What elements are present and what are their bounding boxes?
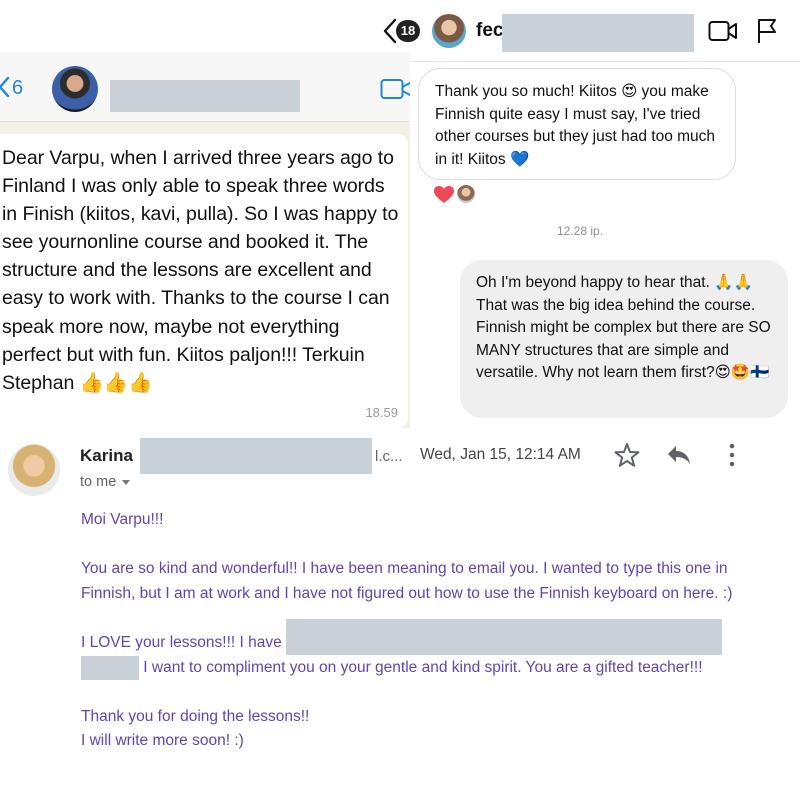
- email-greeting: Moi Varpu!!!: [81, 511, 164, 528]
- contact-avatar[interactable]: [52, 66, 98, 112]
- flag-icon[interactable]: [756, 18, 778, 44]
- whatsapp-chat-panel: 6 Dear Varpu, when I arrived three years…: [0, 52, 410, 428]
- sender-avatar[interactable]: [8, 444, 60, 496]
- redacted-text: [81, 655, 139, 680]
- unread-count-badge: 18: [396, 20, 420, 42]
- instagram-header: 18 fec: [360, 0, 800, 62]
- message-text: Dear Varpu, when I arrived three years a…: [2, 147, 399, 394]
- redacted-sender-email: [140, 438, 372, 474]
- instagram-dm-panel: 18 fec Thank you so much! Kiitos 😍 you m…: [360, 0, 800, 430]
- email-body: Moi Varpu!!! You are so kind and wonderf…: [81, 508, 761, 754]
- received-message-bubble[interactable]: Dear Varpu, when I arrived three years a…: [0, 134, 408, 428]
- gmail-email-panel: Karina l.c... Wed, Jan 15, 12:14 AM to m…: [0, 430, 800, 800]
- recipient-dropdown[interactable]: to me: [80, 474, 131, 490]
- whatsapp-header: 6: [0, 52, 410, 122]
- redacted-text: [286, 618, 723, 655]
- chat-background: Dear Varpu, when I arrived three years a…: [0, 122, 410, 428]
- email-paragraph: I LOVE your lessons!!! I have I want to …: [81, 618, 761, 680]
- email-paragraph: You are so kind and wonderful!! I have b…: [81, 560, 733, 602]
- paragraph-start: I LOVE your lessons!!! I have: [81, 633, 282, 651]
- contact-avatar[interactable]: [432, 14, 466, 48]
- back-chevron-icon[interactable]: [0, 76, 10, 98]
- redacted-contact-name: [502, 14, 694, 52]
- recipient-label: to me: [80, 474, 117, 490]
- email-closing: Thank you for doing the lessons!!: [81, 707, 310, 725]
- chevron-down-icon: [122, 479, 131, 485]
- message-timestamp: 12.28 ip.: [556, 224, 604, 238]
- email-date: Wed, Jan 15, 12:14 AM: [420, 446, 581, 463]
- redacted-contact-name: [110, 80, 300, 112]
- paragraph-end: I want to compliment you on your gentle …: [139, 658, 703, 676]
- video-call-icon[interactable]: [380, 78, 410, 100]
- reactor-avatar: [456, 184, 476, 204]
- heart-reaction-icon: [434, 186, 454, 203]
- reply-icon[interactable]: [666, 444, 692, 466]
- unread-count[interactable]: 6: [12, 77, 23, 100]
- sender-name[interactable]: Karina: [80, 446, 133, 466]
- sender-email-tail: l.c...: [375, 448, 403, 465]
- more-options-icon[interactable]: [724, 442, 740, 468]
- sent-message-bubble[interactable]: Oh I'm beyond happy to hear that. 🙏🙏 Tha…: [460, 260, 788, 418]
- email-closing: I will write more soon! :): [81, 732, 244, 750]
- message-time: 18.59: [365, 405, 398, 420]
- received-message-bubble[interactable]: Thank you so much! Kiitos 😍 you make Fin…: [418, 68, 736, 180]
- video-call-icon[interactable]: [708, 20, 738, 42]
- star-icon[interactable]: [614, 442, 640, 468]
- contact-name[interactable]: fec: [476, 20, 503, 42]
